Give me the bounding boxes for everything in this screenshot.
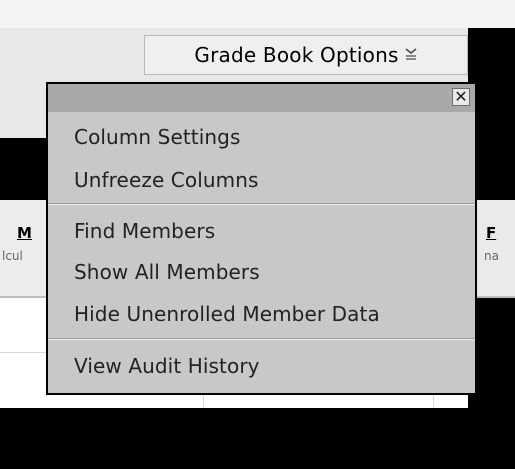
column-header-left[interactable]: M xyxy=(17,224,32,242)
menu-item-view-audit-history[interactable]: View Audit History xyxy=(74,354,260,378)
grade-book-options-label: Grade Book Options xyxy=(194,43,399,67)
column-header-label: F xyxy=(486,224,497,242)
menu-item-unfreeze-columns[interactable]: Unfreeze Columns xyxy=(74,168,259,192)
menu-titlebar xyxy=(48,84,475,112)
column-subheader-right: na xyxy=(484,249,499,263)
column-subheader-label: na xyxy=(484,249,499,263)
column-header-right[interactable]: F xyxy=(486,224,496,242)
grid-line xyxy=(433,395,434,408)
close-icon[interactable]: ✕ xyxy=(452,88,470,106)
menu-separator xyxy=(48,203,475,205)
menu-item-column-settings[interactable]: Column Settings xyxy=(74,125,240,149)
menu-item-hide-unenrolled-member-data[interactable]: Hide Unenrolled Member Data xyxy=(74,302,380,326)
menu-chevron-icon xyxy=(404,47,418,64)
column-header-label: M xyxy=(17,224,32,242)
grade-book-options-menu: ✕ Column Settings Unfreeze Columns Find … xyxy=(46,82,477,395)
column-subheader-left: lcul xyxy=(2,249,23,263)
menu-separator xyxy=(48,338,475,340)
grade-book-options-button[interactable]: Grade Book Options xyxy=(144,35,468,75)
grid-line xyxy=(203,395,204,408)
column-subheader-label: lcul xyxy=(2,249,23,263)
menu-item-show-all-members[interactable]: Show All Members xyxy=(74,260,260,284)
bottom-black-area xyxy=(0,408,468,469)
top-strip xyxy=(0,0,515,28)
menu-item-find-members[interactable]: Find Members xyxy=(74,219,215,243)
